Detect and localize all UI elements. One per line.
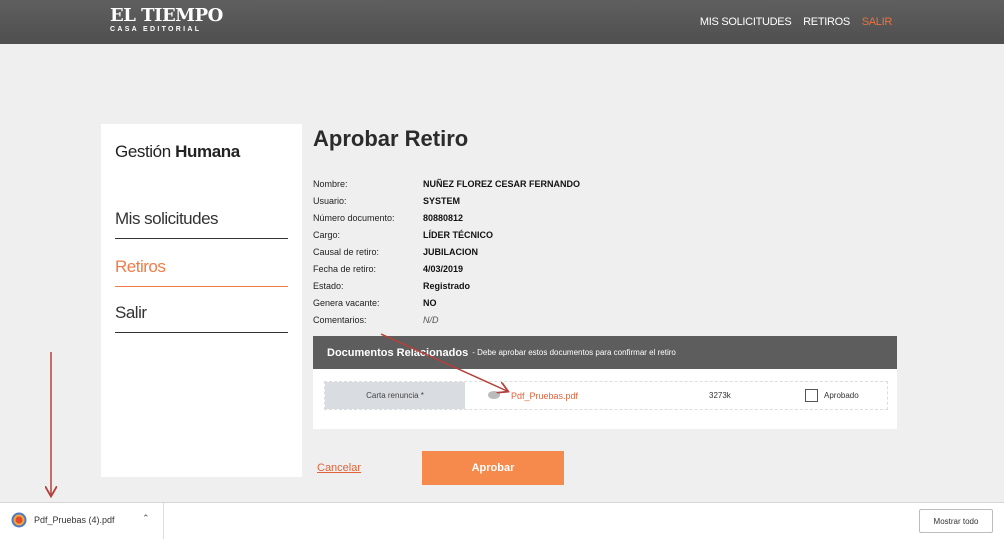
- documents-subheading: - Debe aprobar estos documentos para con…: [472, 348, 676, 357]
- info-value: JUBILACION: [423, 246, 479, 257]
- documents-header: Documentos Relacionados - Debe aprobar e…: [313, 336, 897, 369]
- info-label: Comentarios:: [313, 314, 367, 325]
- info-label: Fecha de retiro:: [313, 263, 377, 274]
- document-file-link[interactable]: Pdf_Pruebas.pdf: [511, 391, 578, 401]
- download-item[interactable]: Pdf_Pruebas (4).pdf ⌃: [0, 503, 164, 539]
- sidebar-title-bold: Humana: [175, 142, 240, 161]
- info-value: LÍDER TÉCNICO: [423, 229, 494, 240]
- sidebar-item-salir[interactable]: Salir: [115, 303, 288, 333]
- info-value: N/D: [423, 314, 439, 325]
- info-row-comentarios: Comentarios: N/D: [313, 311, 580, 328]
- el-tiempo-logo[interactable]: EL TIEMPO CASA EDITORIAL: [110, 7, 223, 34]
- info-value: Registrado: [423, 280, 471, 291]
- info-label: Nombre:: [313, 178, 348, 189]
- document-size: 3273k: [709, 391, 731, 400]
- document-type-label: Carta renuncia *: [325, 382, 465, 409]
- info-value: SYSTEM: [423, 195, 461, 206]
- show-all-button[interactable]: Mostrar todo: [919, 509, 993, 533]
- top-header-bar: EL TIEMPO CASA EDITORIAL MIS SOLICITUDES…: [0, 0, 1004, 44]
- info-value: 80880812: [423, 212, 464, 223]
- info-row-cargo: Cargo: LÍDER TÉCNICO: [313, 226, 580, 243]
- eye-icon[interactable]: [488, 391, 500, 399]
- info-row-estado: Estado: Registrado: [313, 277, 580, 294]
- sidebar-item-retiros[interactable]: Retiros: [115, 257, 288, 287]
- info-row-numero-documento: Número documento: 80880812: [313, 209, 580, 226]
- info-label: Usuario:: [313, 195, 347, 206]
- info-value: NUÑEZ FLOREZ CESAR FERNANDO: [423, 178, 580, 189]
- cancel-link[interactable]: Cancelar: [317, 462, 361, 474]
- info-label: Causal de retiro:: [313, 246, 380, 257]
- logo-title: EL TIEMPO: [110, 5, 223, 26]
- info-label: Cargo:: [313, 229, 341, 240]
- logo-subtitle: CASA EDITORIAL: [110, 26, 202, 33]
- download-bar: Pdf_Pruebas (4).pdf ⌃ Mostrar todo: [0, 502, 1004, 539]
- info-row-nombre: Nombre: NUÑEZ FLOREZ CESAR FERNANDO: [313, 175, 580, 192]
- sidebar-title: Gestión Humana: [115, 142, 240, 162]
- info-label: Número documento:: [313, 212, 395, 223]
- sidebar-item-mis-solicitudes[interactable]: Mis solicitudes: [115, 209, 288, 239]
- page-title: Aprobar Retiro: [313, 126, 469, 151]
- document-row: Carta renuncia * Pdf_Pruebas.pdf 3273k A…: [324, 381, 888, 410]
- chevron-up-icon[interactable]: ⌃: [142, 513, 150, 524]
- info-row-usuario: Usuario: SYSTEM: [313, 192, 580, 209]
- approved-checkbox-label[interactable]: Aprobado: [824, 391, 859, 400]
- documents-heading: Documentos Relacionados: [327, 346, 469, 359]
- nav-retiros[interactable]: RETIROS: [803, 16, 850, 28]
- info-label: Estado:: [313, 280, 344, 291]
- info-row-causal: Causal de retiro: JUBILACION: [313, 243, 580, 260]
- sidebar-title-light: Gestión: [115, 142, 171, 161]
- info-value: 4/03/2019: [423, 263, 464, 274]
- download-file-name: Pdf_Pruebas (4).pdf: [34, 515, 115, 525]
- nav-mis-solicitudes[interactable]: MIS SOLICITUDES: [700, 16, 792, 28]
- documents-panel: Carta renuncia * Pdf_Pruebas.pdf 3273k A…: [313, 369, 897, 429]
- pdf-file-icon: [11, 512, 27, 528]
- info-value: NO: [423, 297, 437, 308]
- info-row-fecha: Fecha de retiro: 4/03/2019: [313, 260, 580, 277]
- sidebar: Gestión Humana Mis solicitudes Retiros S…: [101, 124, 302, 477]
- top-nav: MIS SOLICITUDES RETIROS SALIR: [691, 16, 892, 28]
- info-row-genera-vacante: Genera vacante: NO: [313, 294, 580, 311]
- info-label: Genera vacante:: [313, 297, 380, 308]
- approved-checkbox[interactable]: [805, 389, 818, 402]
- employee-info: Nombre: NUÑEZ FLOREZ CESAR FERNANDO Usuar…: [313, 175, 580, 328]
- nav-salir[interactable]: SALIR: [862, 16, 893, 28]
- approve-button[interactable]: Aprobar: [422, 451, 564, 485]
